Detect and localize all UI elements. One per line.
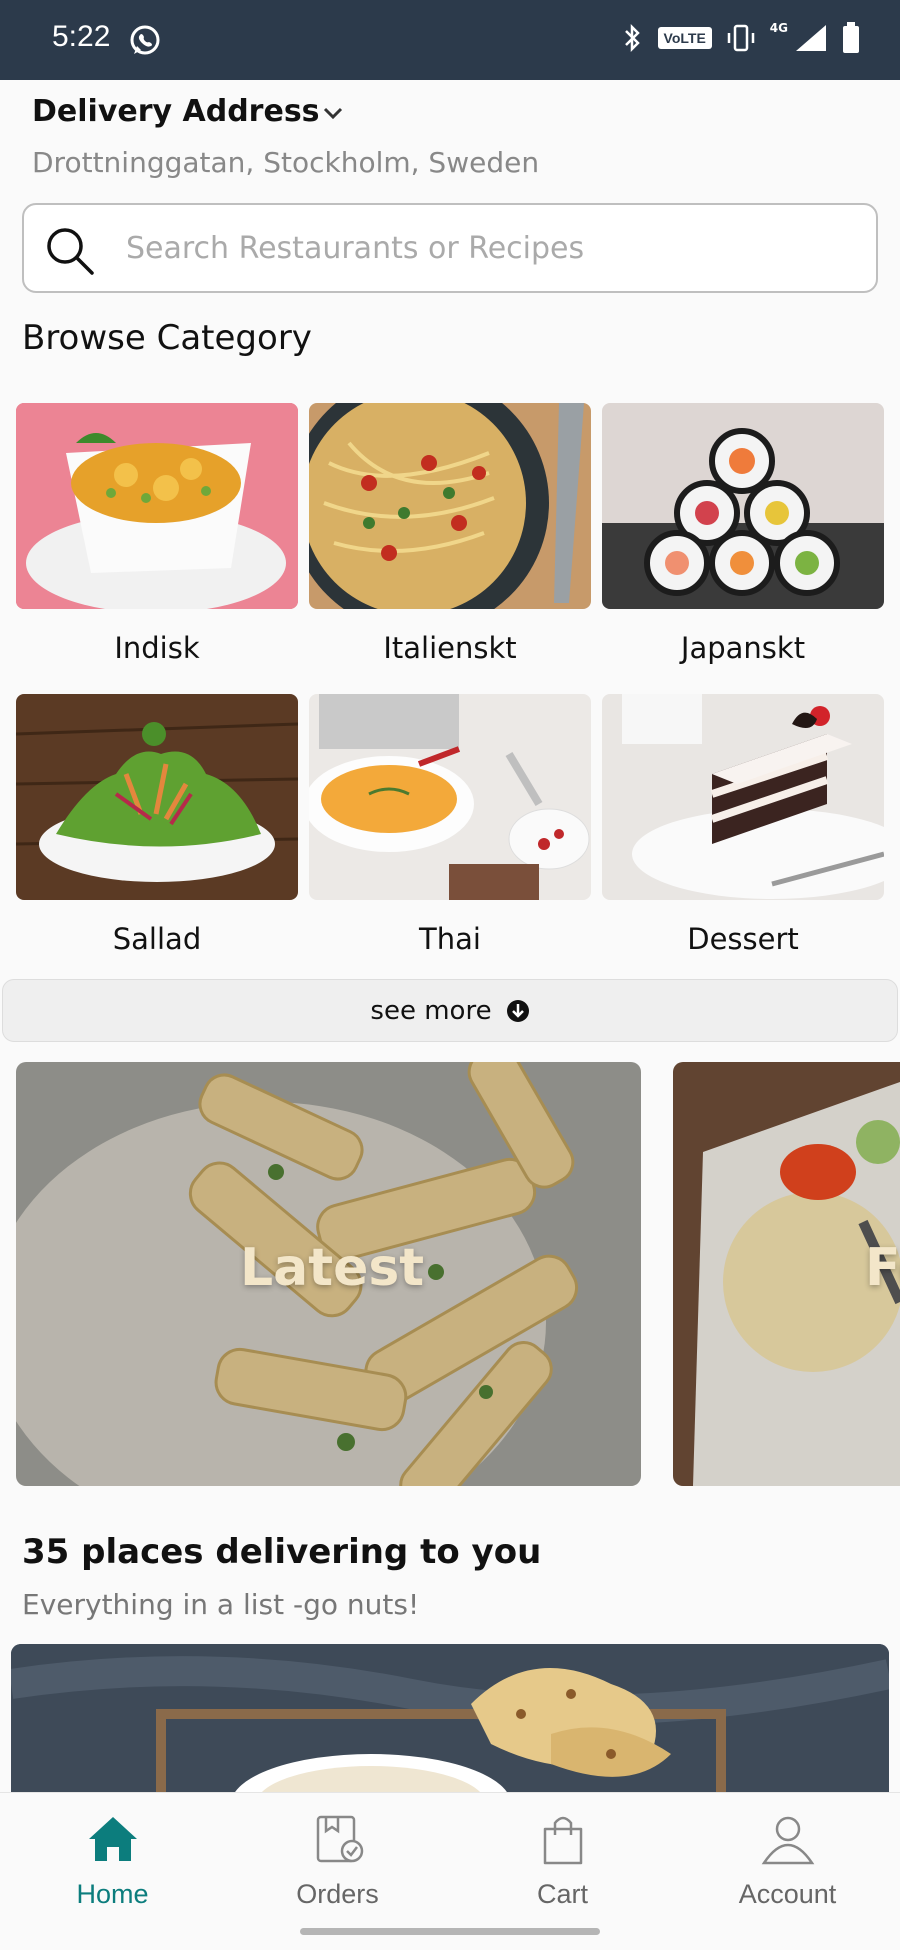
nav-label: Orders: [296, 1879, 379, 1909]
restaurant-card[interactable]: [11, 1644, 889, 1804]
category-indisk[interactable]: Indisk: [16, 403, 298, 665]
category-image: [602, 694, 884, 900]
nav-label: Cart: [536, 1879, 588, 1909]
category-label: Japanskt: [680, 631, 806, 665]
see-more-button[interactable]: see more: [2, 979, 898, 1042]
places-count-title: 35 places delivering to you: [22, 1532, 542, 1572]
nav-item-cart[interactable]: Cart: [450, 1811, 675, 1910]
category-image: [16, 694, 298, 900]
status-bar: 5:22 VoLTE 4G: [0, 0, 900, 80]
nav-label: Home: [76, 1879, 149, 1909]
network-type: 4G: [769, 21, 788, 35]
nav-item-home[interactable]: Home: [0, 1811, 225, 1910]
category-image: [309, 403, 591, 609]
status-time: 5:22: [52, 20, 111, 53]
home-icon: [88, 1817, 137, 1861]
bottom-navigation: Home Orders Cart Account: [0, 1792, 900, 1950]
category-label: Italienskt: [383, 631, 517, 665]
category-image: [309, 694, 591, 900]
vibrate-icon: [727, 24, 755, 52]
category-label: Thai: [419, 922, 481, 956]
carousel-card-latest[interactable]: Latest: [16, 1062, 641, 1486]
category-japanskt[interactable]: Japanskt: [602, 403, 884, 665]
delivery-address-title[interactable]: Delivery Address: [32, 94, 320, 129]
delivery-address-value: Drottninggatan, Stockholm, Sweden: [32, 146, 540, 179]
category-label: Dessert: [687, 922, 799, 956]
account-icon: [761, 1816, 814, 1865]
places-subtitle: Everything in a list -go nuts!: [22, 1588, 420, 1621]
browse-category-title: Browse Category: [22, 318, 312, 358]
category-label: Sallad: [112, 922, 202, 956]
category-italienskt[interactable]: Italienskt: [309, 403, 591, 665]
category-image: [602, 403, 884, 609]
arrow-down-circle-icon: [506, 999, 529, 1022]
nav-label: Account: [738, 1879, 837, 1909]
nav-item-orders[interactable]: Orders: [225, 1811, 450, 1910]
volte-badge: VoLTE: [657, 27, 712, 49]
cart-icon: [543, 1816, 582, 1865]
search-icon: [47, 228, 94, 275]
chevron-down-icon[interactable]: [322, 106, 344, 120]
battery-icon: [843, 22, 859, 53]
whatsapp-icon: [130, 25, 160, 55]
restaurant-image: [11, 1644, 889, 1804]
carousel-card-2[interactable]: Fe: [673, 1062, 900, 1486]
category-sallad[interactable]: Sallad: [16, 694, 298, 956]
bluetooth-icon: [624, 23, 640, 53]
carousel-card-label: Latest: [240, 1238, 425, 1298]
carousel-card-label: Fe: [865, 1238, 900, 1298]
home-indicator[interactable]: [300, 1928, 600, 1935]
search-input[interactable]: [126, 217, 846, 279]
orders-icon: [316, 1815, 363, 1863]
see-more-label: see more: [370, 995, 492, 1026]
category-dessert[interactable]: Dessert: [602, 694, 884, 956]
category-image: [16, 403, 298, 609]
category-thai[interactable]: Thai: [309, 694, 591, 956]
category-label: Indisk: [114, 631, 200, 665]
nav-item-account[interactable]: Account: [675, 1811, 900, 1910]
search-bar[interactable]: [22, 203, 878, 293]
signal-icon: [796, 25, 826, 51]
